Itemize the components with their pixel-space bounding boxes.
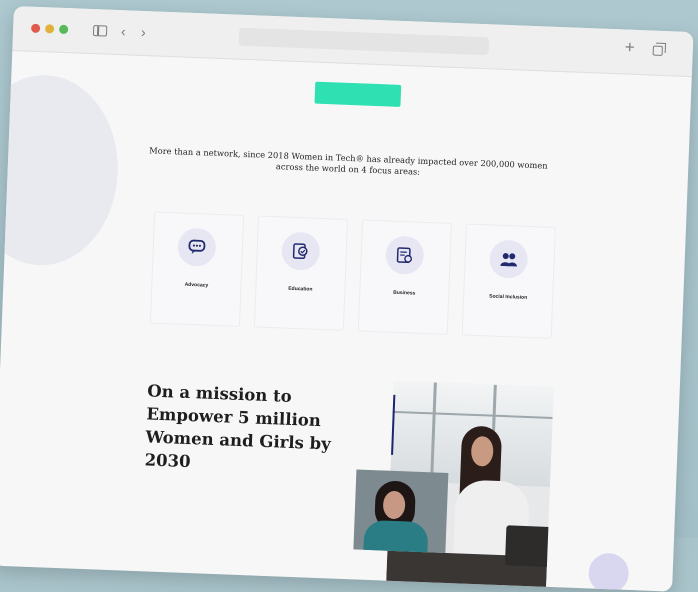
- card-title: Advocacy: [152, 281, 240, 290]
- focus-card-business[interactable]: Business: [358, 220, 452, 335]
- chat-widget-button[interactable]: [588, 552, 630, 591]
- focus-card-social-inclusion[interactable]: Social Inclusion: [462, 224, 556, 339]
- card-title: Business: [360, 289, 448, 298]
- card-icon-circle: [281, 231, 320, 270]
- decorative-blob: [0, 72, 121, 268]
- minimize-window-button[interactable]: [45, 24, 54, 33]
- address-bar-text: [239, 28, 490, 56]
- mission-paragraph: [146, 479, 344, 487]
- card-description: [374, 299, 434, 301]
- people-icon: [499, 250, 518, 269]
- focus-card-advocacy[interactable]: Advocacy: [150, 212, 244, 327]
- sidebar-toggle-icon[interactable]: [93, 25, 107, 37]
- address-bar[interactable]: [239, 28, 490, 56]
- mission-heading: On a mission to Empower 5 million Women …: [144, 379, 367, 479]
- close-window-button[interactable]: [31, 24, 40, 33]
- intro-text: More than a network, since 2018 Women in…: [148, 145, 549, 182]
- card-description: [166, 291, 226, 293]
- focus-card-education[interactable]: Education: [254, 216, 348, 331]
- card-icon-circle: [385, 235, 424, 274]
- laptop: [505, 525, 554, 567]
- forward-arrow-icon[interactable]: ›: [141, 23, 146, 41]
- hero-cta-button[interactable]: [314, 82, 401, 107]
- card-icon-circle: [489, 239, 528, 278]
- card-description: [270, 295, 330, 297]
- education-icon: [291, 242, 310, 261]
- tabs-overview-icon[interactable]: [653, 46, 663, 56]
- card-title: Education: [256, 285, 344, 294]
- chat-bubble-icon: [188, 238, 207, 257]
- business-icon: [395, 246, 414, 265]
- maximize-window-button[interactable]: [59, 25, 68, 34]
- page-content: More than a network, since 2018 Women in…: [0, 50, 692, 592]
- card-icon-circle: [177, 227, 216, 266]
- browser-window: ‹ › + More than a network, since 2018 Wo…: [0, 6, 693, 592]
- card-description: [478, 303, 538, 305]
- inset-photo: [353, 469, 448, 552]
- new-tab-plus-icon[interactable]: +: [625, 38, 636, 56]
- card-title: Social Inclusion: [464, 292, 552, 301]
- back-arrow-icon[interactable]: ‹: [121, 22, 126, 40]
